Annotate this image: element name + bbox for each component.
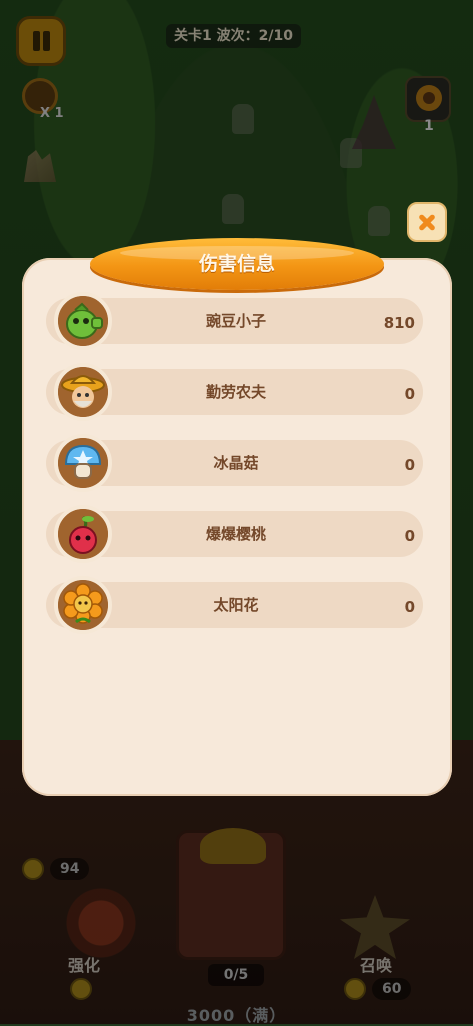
plant-name: 勤劳农夫 — [205, 383, 266, 401]
plant-name: 太阳花 — [213, 596, 259, 614]
farmer-icon — [54, 363, 112, 421]
damage-value: 0 — [404, 456, 415, 474]
damage-value: 0 — [404, 385, 415, 403]
damage-value: 0 — [404, 527, 415, 545]
cherry-bomb-icon — [54, 505, 112, 563]
ice-mushroom-icon — [54, 434, 112, 492]
damage-row: 爆爆樱桃 0 — [46, 505, 423, 563]
damage-value: 0 — [404, 598, 415, 616]
plant-name: 冰晶菇 — [213, 454, 259, 472]
sunflower-icon — [54, 576, 112, 634]
damage-row: 豌豆小子 810 — [46, 292, 423, 350]
pea-shooter-icon — [54, 292, 112, 350]
damage-row: 太阳花 0 — [46, 576, 423, 634]
plant-name: 豌豆小子 — [205, 312, 266, 330]
damage-row: 勤劳农夫 0 — [46, 363, 423, 421]
damage-row: 冰晶菇 0 — [46, 434, 423, 492]
plant-name: 爆爆樱桃 — [205, 525, 266, 543]
popup-title: 伤害信息 — [198, 253, 275, 275]
close-icon[interactable] — [407, 202, 447, 242]
damage-value: 810 — [383, 314, 415, 332]
